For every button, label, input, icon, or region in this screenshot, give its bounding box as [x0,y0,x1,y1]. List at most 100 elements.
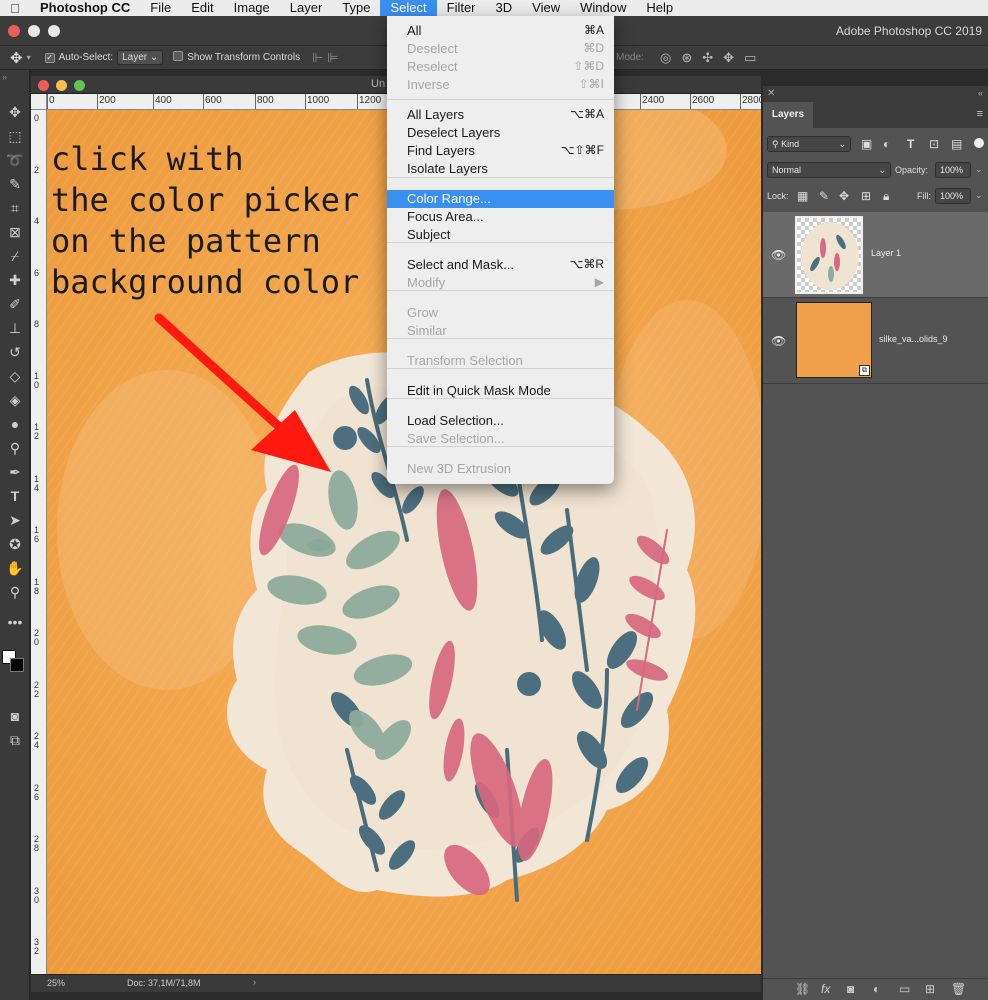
menu-3d[interactable]: 3D [486,0,523,16]
healing-tool-icon[interactable]: ✚ [3,270,27,290]
menu-item-new-3d-extrusion[interactable]: New 3D Extrusion [387,460,614,478]
ruler-origin[interactable] [31,94,47,110]
eye-icon[interactable]: 👁︎ [771,334,786,348]
lock-transparency-icon[interactable]: ▦ [797,189,808,203]
transform-controls-checkbox[interactable] [173,51,187,64]
lock-pixels-icon[interactable]: ✎ [819,189,829,203]
lock-artboard-icon[interactable]: ⊞ [861,189,871,203]
menu-item-find-layers[interactable]: Find Layers ⌥⇧⌘F [387,142,614,160]
menu-filter[interactable]: Filter [437,0,486,16]
zoom-level[interactable]: 25% [47,978,65,988]
background-color-swatch[interactable] [10,658,24,672]
vertical-ruler[interactable]: 0 2 4 6 8 1 0 1 2 1 4 1 6 1 8 2 0 2 2 2 4 2 6 2 8 3 0 3 … [31,110,47,974]
shape-filter-icon[interactable]: ⊡ [929,137,939,151]
opacity-field[interactable]: 100% [935,162,971,178]
screen-mode-icon[interactable]: ⧉ [3,730,27,750]
pan-3d-icon[interactable]: ✣ [702,50,713,66]
menu-file[interactable]: File [140,0,181,16]
align-icon[interactable]: ⊩ ⊫ [312,50,338,66]
eraser-tool-icon[interactable]: ◇ [3,366,27,386]
fill-field[interactable]: 100% [935,188,971,204]
menu-app-name[interactable]: Photoshop CC [30,0,140,16]
menu-item-all[interactable]: All ⌘A [387,22,614,40]
scale-3d-icon[interactable]: ▭ [744,50,756,66]
smart-object-filter-icon[interactable]: ▤ [951,137,962,151]
menu-item-all-layers[interactable]: All Layers ⌥⌘A [387,106,614,124]
chevron-down-icon[interactable]: ⌄ [975,164,983,175]
more-tools-icon[interactable]: ••• [3,612,27,632]
hand-tool-icon[interactable]: ✋ [3,558,27,578]
menu-item-isolate-layers[interactable]: Isolate Layers [387,160,614,178]
folder-icon[interactable]: ▭ [899,982,910,996]
lock-position-icon[interactable]: ✥ [839,189,849,203]
menu-item-focus-area[interactable]: Focus Area... [387,208,614,226]
adjustment-layer-icon[interactable]: ◐ [873,982,880,996]
menu-item-deselect[interactable]: Deselect ⌘D [387,40,614,58]
layer-name[interactable]: Layer 1 [871,248,901,258]
move-tool-icon[interactable]: ✥ [3,102,27,122]
auto-select-dropdown[interactable]: Layer ⌄ [117,50,164,65]
kind-filter-dropdown[interactable]: ⚲ Kind ⌄ [767,136,851,152]
link-icon[interactable]: ⛓︎ [795,982,810,996]
layer-row[interactable]: 👁︎ ⧉ silke_va...olids_9 [763,298,988,384]
orbit-3d-icon[interactable]: ◎ [660,50,671,66]
menu-item-reselect[interactable]: Reselect ⇧⌘D [387,58,614,76]
mask-icon[interactable]: ◙ [847,982,854,996]
move-tool-icon[interactable]: ✥ [10,49,23,67]
paint-bucket-tool-icon[interactable]: ◈ [3,390,27,410]
menu-item-inverse[interactable]: Inverse ⇧⌘I [387,76,614,94]
crop-tool-icon[interactable]: ⌗ [3,198,27,218]
menu-item-select-and-mask[interactable]: Select and Mask... ⌥⌘R [387,256,614,274]
quick-mask-icon[interactable]: ◙ [3,706,27,726]
menu-item-grow[interactable]: Grow [387,304,614,322]
menu-type[interactable]: Type [332,0,380,16]
menu-layer[interactable]: Layer [280,0,333,16]
stamp-tool-icon[interactable]: ⊥ [3,318,27,338]
close-window-button[interactable] [8,25,20,37]
roll-3d-icon[interactable]: ⊛ [681,50,692,66]
lock-all-icon[interactable]: 🔒︎ [883,189,889,204]
type-filter-icon[interactable]: T [907,137,914,151]
collapse-icon[interactable]: » [2,72,7,82]
menu-select[interactable]: Select [380,0,437,16]
brush-tool-icon[interactable]: ✐ [3,294,27,314]
filter-toggle[interactable] [974,138,984,148]
menu-item-load-selection[interactable]: Load Selection... [387,412,614,430]
zoom-tool-icon[interactable]: ⚲ [3,582,27,602]
lasso-tool-icon[interactable]: ➰ [3,150,27,170]
chevron-down-icon[interactable]: ▾ [27,53,31,62]
history-brush-tool-icon[interactable]: ↺ [3,342,27,362]
blur-tool-icon[interactable]: ● [3,414,27,434]
frame-tool-icon[interactable]: ⊠ [3,222,27,242]
quick-select-tool-icon[interactable]: ✎ [3,174,27,194]
menu-window[interactable]: Window [570,0,636,16]
blend-mode-dropdown[interactable]: Normal ⌄ [767,162,891,178]
zoom-window-button[interactable] [48,25,60,37]
new-layer-icon[interactable]: ⊞ [925,982,935,996]
menu-item-color-range[interactable]: Color Range... [387,190,614,208]
type-tool-icon[interactable]: T [3,486,27,506]
layer-row[interactable]: 👁︎ Layer 1 [763,212,988,298]
chevron-down-icon[interactable]: ⌄ [975,190,983,201]
layer-name[interactable]: silke_va...olids_9 [879,334,948,344]
eyedropper-tool-icon[interactable]: ⌿ [3,246,27,266]
chevron-right-icon[interactable]: › [253,977,256,987]
tab-layers[interactable]: Layers [763,102,813,128]
minimize-window-button[interactable] [28,25,40,37]
menu-edit[interactable]: Edit [181,0,223,16]
pen-tool-icon[interactable]: ✒ [3,462,27,482]
zoom-document-button[interactable] [74,80,85,91]
eye-icon[interactable]: 👁︎ [771,248,786,262]
adjustment-filter-icon[interactable]: ◐ [883,137,890,151]
pixel-filter-icon[interactable]: ▣ [861,137,872,151]
panel-menu-icon[interactable]: ≡ [977,108,983,120]
marquee-tool-icon[interactable]: ⬚ [3,126,27,146]
path-select-tool-icon[interactable]: ➤ [3,510,27,530]
menu-help[interactable]: Help [636,0,683,16]
close-icon[interactable]: ✕ [767,88,775,99]
menu-image[interactable]: Image [224,0,280,16]
auto-select-checkbox[interactable]: ✓ [44,52,59,63]
slide-3d-icon[interactable]: ✥ [723,50,734,66]
collapse-icon[interactable]: « [978,88,983,98]
apple-icon[interactable]:  [0,1,30,16]
